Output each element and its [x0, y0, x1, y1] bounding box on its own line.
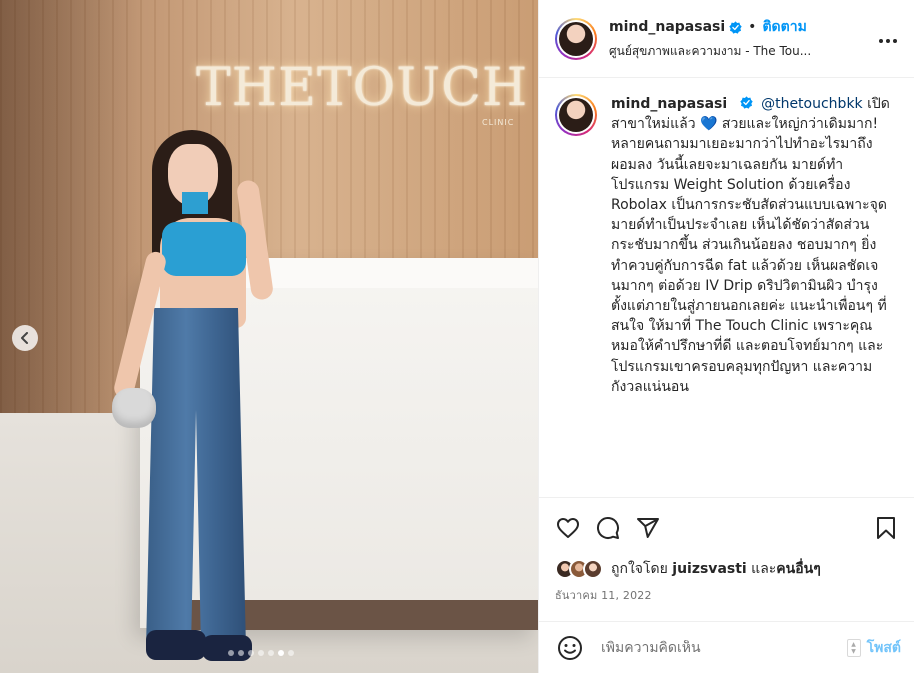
clinic-sign-sub: CLINIC: [482, 118, 515, 127]
chevron-left-icon[interactable]: [12, 325, 38, 351]
likes-and: และ: [751, 561, 777, 577]
location-link[interactable]: ศูนย์สุขภาพและความงาม - The Tou...: [609, 42, 876, 61]
clinic-sign: THETOUCH: [196, 58, 529, 118]
verified-badge-icon: [739, 96, 753, 109]
verified-badge-icon: [729, 20, 742, 34]
stepper-icon: ▲ ▼: [846, 638, 861, 657]
carousel-dot: [268, 650, 274, 656]
follow-button[interactable]: ติดตาม: [762, 16, 806, 38]
blue-crop-top: [162, 222, 246, 276]
caption-username[interactable]: mind_napasasi: [611, 96, 727, 112]
avatar[interactable]: [555, 17, 597, 60]
post-side-panel: mind_napasasi • ติดตาม ศูนย์สุขภาพและควา…: [538, 0, 914, 673]
likes-summary: ถูกใจโดย juizsvasti และ คนอื่นๆ: [555, 558, 899, 580]
heart-icon[interactable]: [555, 515, 581, 541]
comment-input[interactable]: [601, 639, 847, 656]
carousel-dot: [288, 650, 294, 656]
post-date[interactable]: ธันวาคม 11, 2022: [555, 586, 899, 604]
shoe: [146, 630, 206, 660]
comment-icon[interactable]: [595, 515, 621, 541]
others-link[interactable]: คนอื่นๆ: [776, 558, 820, 580]
post-caption: mind_napasasi @thetouchbkk เปิดสาขาใหม่แ…: [555, 94, 905, 397]
more-horizontal-icon[interactable]: [876, 28, 900, 49]
blue-neck-wrap: [182, 192, 208, 214]
woman-figure: [110, 130, 330, 670]
carousel-dot: [258, 650, 264, 656]
avatar: [583, 559, 603, 579]
post-photo[interactable]: THETOUCH CLINIC: [0, 0, 538, 673]
bookmark-icon[interactable]: [873, 515, 899, 541]
mention-link[interactable]: @thetouchbkk: [761, 96, 863, 112]
comment-form: ▲▼ โพสต์: [539, 621, 914, 673]
liker-avatars: [555, 559, 603, 579]
separator-dot: •: [748, 19, 757, 35]
caption-text: เปิดสาขาใหม่แล้ว 💙 สวยและใหญ่กว่าเดิมมาก…: [611, 96, 890, 395]
shoe: [202, 635, 252, 661]
avatar[interactable]: [555, 94, 597, 136]
carousel-dot: [248, 650, 254, 656]
post-header: mind_napasasi • ติดตาม ศูนย์สุขภาพและควา…: [539, 0, 914, 78]
likes-prefix: ถูกใจโดย: [611, 561, 668, 577]
avatar-image: [559, 21, 593, 56]
instagram-post-modal: THETOUCH CLINIC mind_napasasi • ติดตาม ศ…: [0, 0, 914, 673]
white-handbag: [112, 388, 156, 428]
action-bar: ถูกใจโดย juizsvasti และ คนอื่นๆ ธันวาคม 1…: [539, 497, 914, 604]
carousel-indicator: [228, 650, 294, 656]
avatar-image: [559, 98, 593, 132]
carousel-dot: [228, 650, 234, 656]
carousel-dot: [238, 650, 244, 656]
username-link[interactable]: mind_napasasi: [609, 19, 725, 35]
share-icon[interactable]: [635, 515, 661, 541]
smiley-icon[interactable]: [557, 635, 583, 661]
post-comment-button[interactable]: ▲ ▼ โพสต์: [846, 637, 901, 659]
jeans: [146, 308, 246, 648]
carousel-dot: [278, 650, 284, 656]
liker-username-link[interactable]: juizsvasti: [672, 561, 746, 577]
post-button-label: โพสต์: [866, 639, 901, 656]
